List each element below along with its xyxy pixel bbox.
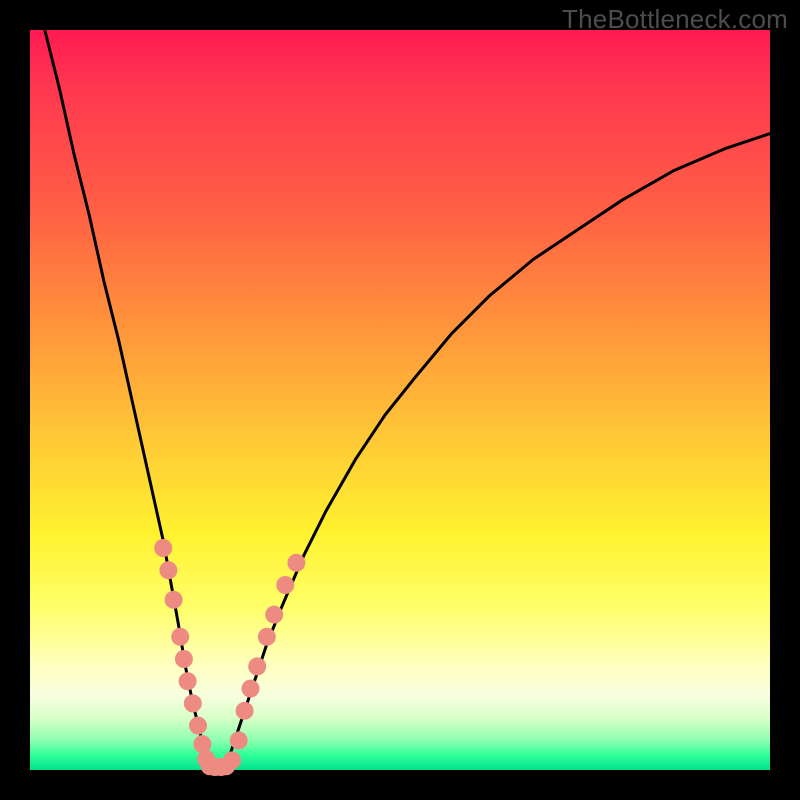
marker-dot	[189, 717, 207, 735]
marker-dot	[276, 576, 294, 594]
marker-dot	[159, 561, 177, 579]
marker-dot	[179, 672, 197, 690]
marker-dot	[154, 539, 172, 557]
marker-dot	[242, 680, 260, 698]
marker-dot	[287, 554, 305, 572]
marker-dots-group	[154, 539, 305, 776]
marker-dot	[171, 628, 189, 646]
chart-plot-area	[30, 30, 770, 770]
chart-frame: TheBottleneck.com	[0, 0, 800, 800]
marker-dot	[223, 751, 241, 769]
bottleneck-curve-line	[45, 30, 770, 767]
chart-svg	[30, 30, 770, 770]
marker-dot	[175, 650, 193, 668]
marker-dot	[236, 702, 254, 720]
marker-dot	[165, 591, 183, 609]
marker-dot	[248, 657, 266, 675]
marker-dot	[230, 731, 248, 749]
marker-dot	[258, 628, 276, 646]
marker-dot	[265, 606, 283, 624]
marker-dot	[184, 694, 202, 712]
